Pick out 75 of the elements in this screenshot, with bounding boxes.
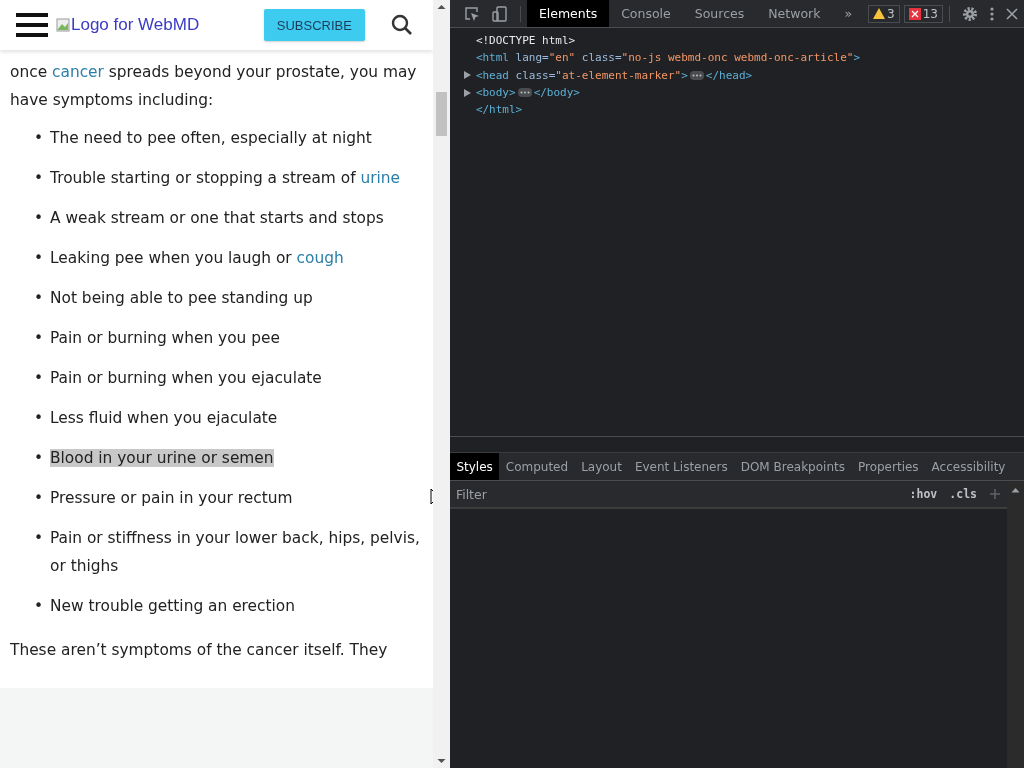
code-token[interactable]: "at-element-marker"	[555, 66, 682, 84]
list-item: Not being able to pee standing up	[50, 289, 313, 307]
panel-tab[interactable]: Network	[756, 0, 833, 27]
code-token[interactable]: >	[681, 66, 688, 84]
code-token[interactable]: </head>	[705, 66, 753, 84]
more-tabs-button[interactable]: »	[832, 0, 865, 27]
close-icon[interactable]	[1006, 7, 1018, 20]
more-options-icon[interactable]	[990, 6, 994, 21]
broken-image-icon	[56, 18, 70, 32]
pane-tab[interactable]: Layout	[574, 453, 629, 480]
list-item: New trouble getting an erection	[50, 597, 295, 615]
hov-button[interactable]: :hov	[903, 487, 944, 501]
panel-tab[interactable]: Sources	[682, 0, 757, 27]
pane-tab[interactable]: Accessibility	[925, 453, 1012, 480]
code-token[interactable]: <html	[475, 49, 509, 67]
bullet: •	[34, 328, 45, 349]
search-icon[interactable]	[390, 14, 413, 36]
subscribe-button[interactable]: SUBSCRIBE	[263, 9, 365, 41]
list-item: Leaking pee when you laugh or cough	[50, 249, 344, 267]
inspect-icon[interactable]	[463, 5, 480, 22]
code-token[interactable]: <!DOCTYPE html>	[475, 32, 576, 50]
bullet: •	[34, 408, 45, 429]
code-token[interactable]: <body>	[475, 83, 516, 102]
text-link[interactable]: cough	[296, 249, 344, 267]
list-item: Pressure or pain in your rectum	[50, 489, 293, 507]
bullet: •	[34, 208, 45, 229]
bullet: •	[34, 128, 45, 149]
device-icon[interactable]	[491, 5, 508, 22]
text-link[interactable]: cancer	[52, 63, 104, 81]
pane-tab[interactable]: DOM Breakpoints	[734, 453, 852, 480]
bullet: •	[34, 448, 45, 469]
code-token[interactable]: "no-js webmd-onc webmd-onc-article"	[621, 49, 854, 67]
list-item: Pain or stiffness in your lower back, hips, pelvis, or thighs	[50, 529, 420, 575]
cls-button[interactable]: .cls	[943, 487, 983, 501]
pane-tab[interactable]: Computed	[499, 453, 575, 480]
list-item: Pain or burning when you pee	[50, 329, 280, 347]
bullet: •	[34, 596, 45, 617]
code-token[interactable]: >	[853, 49, 861, 67]
list-item: Pain or burning when you ejaculate	[50, 369, 322, 387]
bullet: •	[34, 488, 45, 509]
code-token[interactable]: </body>	[533, 83, 580, 102]
list-item: A weak stream or one that starts and stops	[50, 209, 384, 227]
bullet: •	[34, 288, 45, 309]
code-token[interactable]: class=	[575, 49, 622, 67]
bullet: •	[34, 528, 45, 549]
paragraph: once cancer spreads beyond your prostate, you may have symptoms including:	[10, 62, 418, 111]
menu-icon[interactable]	[16, 12, 50, 38]
pane-tab[interactable]: Properties	[851, 453, 926, 480]
panel-tab[interactable]: Console	[609, 0, 683, 27]
text-link[interactable]: urine	[360, 169, 401, 187]
warnings-badge[interactable]: 3	[868, 4, 900, 23]
errors-badge[interactable]: 13	[903, 4, 943, 23]
list-item: Blood in your urine or semen	[50, 449, 274, 467]
ellipsis-icon[interactable]	[517, 88, 532, 98]
settings-icon[interactable]	[962, 5, 978, 22]
scrollbar-thumb[interactable]	[435, 92, 447, 136]
list-item: Less fluid when you ejaculate	[50, 409, 278, 427]
scroll-up-icon[interactable]	[1011, 487, 1020, 493]
list-item: Trouble starting or stopping a stream of urine	[50, 169, 401, 187]
filter-field[interactable]: Filter :hov .cls	[449, 481, 1007, 509]
pane-tab[interactable]: Event Listeners	[628, 453, 735, 480]
pane-tab[interactable]: Styles	[449, 453, 500, 480]
ellipsis-icon[interactable]	[689, 70, 704, 80]
code-token[interactable]: <head	[475, 66, 509, 84]
code-token[interactable]: class=	[509, 66, 556, 84]
list-item: The need to pee often, especially at night	[50, 129, 372, 147]
panel-tab[interactable]: Elements	[526, 0, 610, 27]
code-token[interactable]: lang=	[509, 49, 549, 67]
logo-link[interactable]: Logo for WebMD	[56, 15, 200, 35]
bullet: •	[34, 168, 45, 189]
code-token[interactable]: "en"	[548, 49, 576, 67]
code-token[interactable]: </html>	[475, 101, 523, 119]
bullet: •	[34, 368, 45, 389]
paragraph: These aren’t symptoms of the cancer itself. They	[10, 640, 389, 661]
bullet: •	[34, 248, 45, 269]
